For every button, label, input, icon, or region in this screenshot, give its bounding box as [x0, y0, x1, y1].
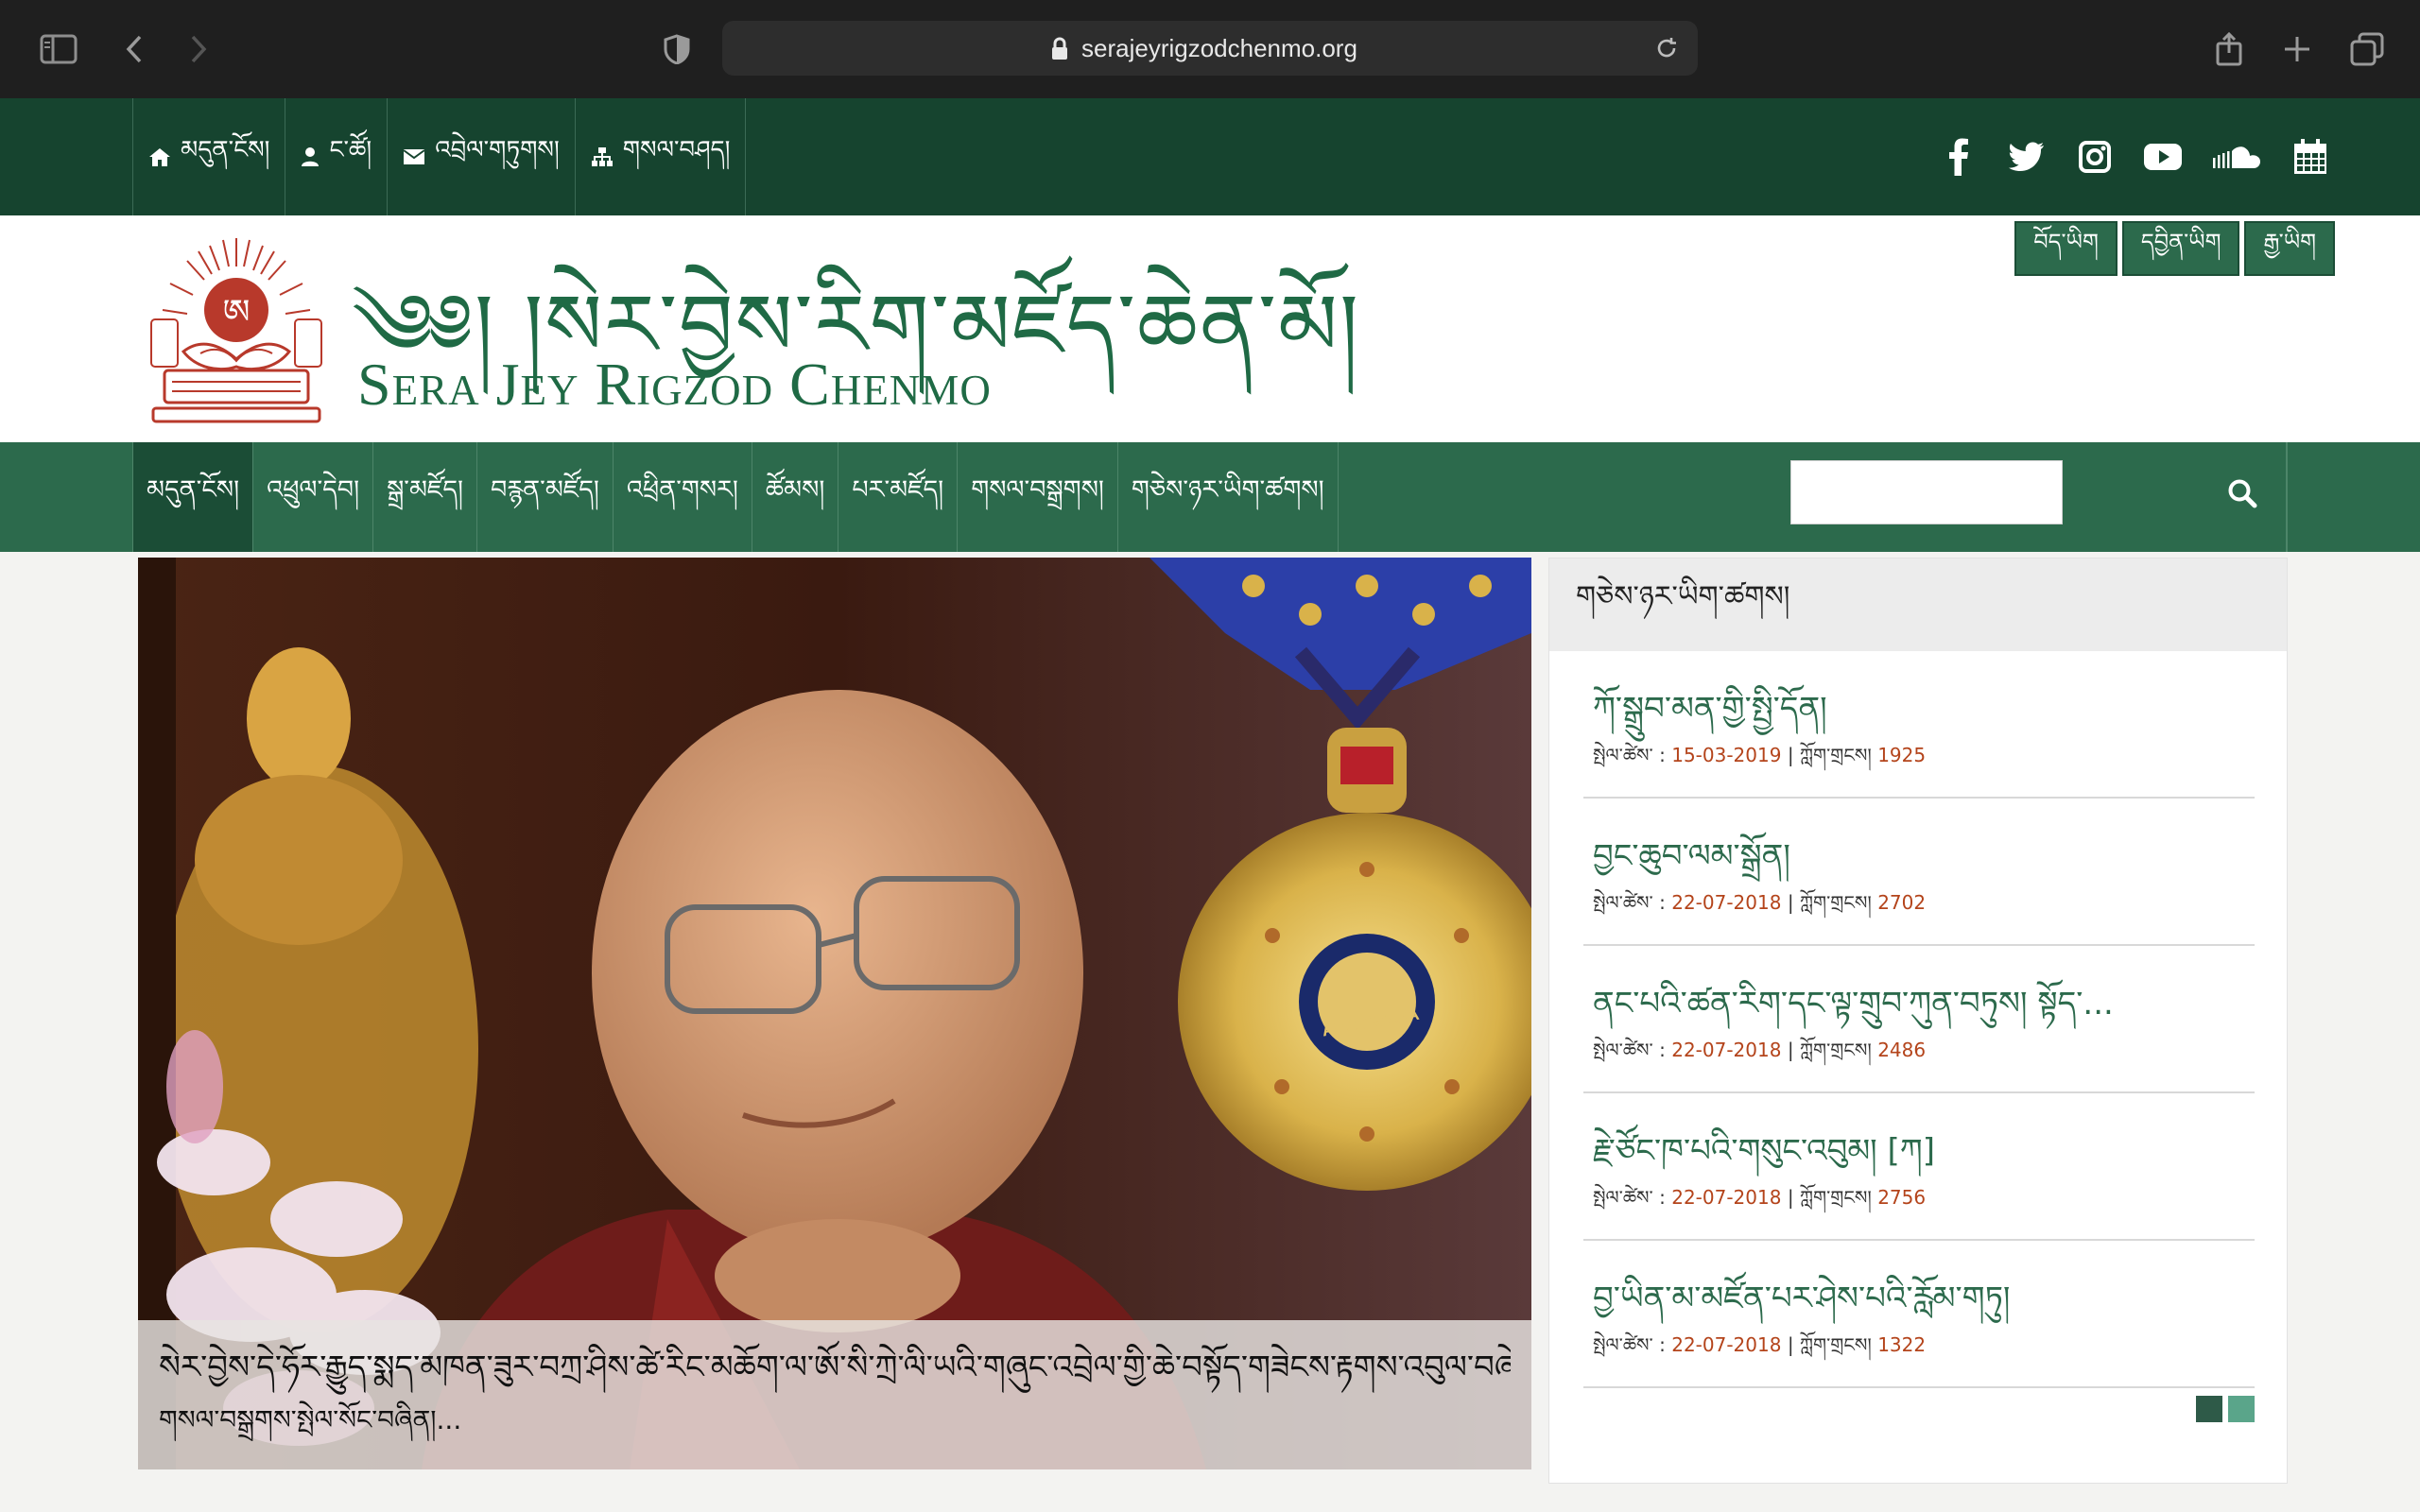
home-icon [149, 148, 170, 166]
list-item[interactable]: བྱང་ཆུབ་ལམ་སྒྲོན། སྤེལ་ཚེས་ : 22-07-2018… [1583, 799, 2255, 946]
language-switcher: བོད་ཡིག དབྱིན་ཡིག རྒྱ་ཡིག [2014, 221, 2335, 276]
envelope-icon [403, 149, 425, 164]
nav-item-ebooks[interactable]: འཕྲུལ་དེབ། [253, 442, 374, 552]
new-tab-icon[interactable] [2280, 26, 2314, 72]
toplink-about[interactable]: ང་ཚོ། [285, 98, 389, 215]
search-icon [2228, 479, 2257, 508]
pager-page-1[interactable] [2196, 1396, 2222, 1422]
nav-item-archives[interactable]: གཅེས་ཉར་ཡིག་ཚགས། [1118, 442, 1339, 552]
nav-item-home[interactable]: མདུན་ངོས། [133, 442, 254, 552]
nav-item-forum[interactable]: ཚོམས། [752, 442, 839, 552]
views-label: | ཀློག་གྲངས། [1787, 1186, 1872, 1209]
post-views: 2756 [1877, 1186, 1927, 1209]
nav-item-announcements[interactable]: གསལ་བསྒྲགས། [958, 442, 1118, 552]
nav-divider [2286, 442, 2288, 552]
post-date: 22-07-2018 [1671, 891, 1782, 914]
reload-icon[interactable] [1654, 36, 1679, 60]
post-views: 1925 [1877, 744, 1927, 766]
date-label: སྤེལ་ཚེས་ : [1593, 1333, 1666, 1356]
twitter-icon[interactable] [2006, 136, 2048, 178]
browser-toolbar: serajeyrigzodchenmo.org [0, 0, 2420, 98]
date-label: སྤེལ་ཚེས་ : [1593, 744, 1666, 766]
sidebar-toggle-icon[interactable] [36, 26, 81, 72]
svg-text:ཨ: ཨ [223, 293, 251, 332]
post-date: 22-07-2018 [1671, 1039, 1782, 1061]
slider-caption[interactable]: སེར་བྱེས་དེ་ཧོར་རྒྱུད་སྨད་མཁན་ཟུར་བཀྲ་ཤི… [138, 1320, 1531, 1469]
forward-icon[interactable] [182, 26, 216, 72]
featured-slider[interactable]: AUSTRALIA སེར་བྱེས་དེ་ཧོར་རྒྱུད་སྨད་མཁན་… [138, 558, 1531, 1469]
toplink-sitemap[interactable]: གསལ་བཤད། [576, 98, 747, 215]
soundcloud-icon[interactable] [2210, 136, 2263, 178]
privacy-shield-icon[interactable] [660, 26, 694, 72]
url-text: serajeyrigzodchenmo.org [1081, 34, 1357, 62]
toplink-label: མདུན་ངོས། [181, 135, 270, 164]
post-date: 15-03-2019 [1671, 744, 1782, 766]
date-label: སྤེལ་ཚེས་ : [1593, 891, 1666, 914]
views-label: | ཀློག་གྲངས། [1787, 1333, 1872, 1356]
lang-chinese-button[interactable]: རྒྱ་ཡིག [2244, 221, 2335, 276]
user-icon [302, 147, 320, 166]
post-meta: སྤེལ་ཚེས་ : 22-07-2018 | ཀློག་གྲངས། 2486 [1593, 1029, 1926, 1082]
list-item[interactable]: ཀོ་སྒྲུབ་མན་གྱི་སྤྱི་དོན། སྤེལ་ཚེས་ : 15… [1583, 651, 2255, 799]
main-navigation: མདུན་ངོས། འཕྲུལ་དེབ། སྒྲ་མཛོད། བརྙན་མཛོད… [0, 442, 2420, 552]
post-views: 1322 [1877, 1333, 1927, 1356]
lang-tibetan-button[interactable]: བོད་ཡིག [2014, 221, 2118, 276]
toplink-contact[interactable]: འབྲེལ་གཏུགས། [388, 98, 576, 215]
post-meta: སྤེལ་ཚེས་ : 22-07-2018 | ཀློག་གྲངས། 1322 [1593, 1324, 1926, 1377]
tab-overview-icon[interactable] [2348, 26, 2386, 72]
share-icon[interactable] [2212, 26, 2246, 72]
list-item[interactable]: བྱ་ཡིན་མ་མཛོན་པར་ཤེས་པའི་རློམ་གཏུ། སྤེལ་… [1583, 1241, 2255, 1388]
toplink-label: གསལ་བཤད། [622, 135, 731, 164]
post-views: 2486 [1877, 1039, 1927, 1061]
toplink-label: འབྲེལ་གཏུགས། [435, 135, 560, 164]
list-item[interactable]: རྗེ་ཙོང་ཁ་པའི་གསུང་འབུམ། [ཀ] སྤེལ་ཚེས་ :… [1583, 1093, 2255, 1241]
nav-item-video[interactable]: བརྙན་མཛོད། [477, 442, 614, 552]
slider-caption-title: སེར་བྱེས་དེ་ཧོར་རྒྱུད་སྨད་མཁན་ཟུར་བཀྲ་ཤི… [159, 1349, 1511, 1386]
site-header: ཨ ༄༅། །སེར་བྱེས་རིག་མཛོད་ཆེན་མོ། Sera Je… [0, 215, 2420, 442]
instagram-icon[interactable] [2074, 136, 2116, 178]
toplink-label: ང་ཚོ། [329, 135, 372, 164]
search-button[interactable] [2212, 461, 2273, 525]
date-label: སྤེལ་ཚེས་ : [1593, 1186, 1666, 1209]
lang-english-button[interactable]: དབྱིན་ཡིག [2121, 221, 2240, 276]
search-input[interactable] [1790, 460, 2063, 524]
post-meta: སྤེལ་ཚེས་ : 15-03-2019 | ཀློག་གྲངས། 1925 [1593, 734, 1926, 787]
nav-item-gallery[interactable]: པར་མཛོད། [838, 442, 959, 552]
views-label: | ཀློག་གྲངས། [1787, 1039, 1872, 1061]
top-utility-bar: མདུན་ངོས། ང་ཚོ། འབྲེལ་གཏུགས། གསལ་བཤད། [0, 98, 2420, 215]
views-label: | ཀློག་གྲངས། [1787, 891, 1872, 914]
back-icon[interactable] [117, 26, 151, 72]
facebook-icon[interactable] [1938, 136, 1979, 178]
sidebar-heading: གཅེས་ཉར་ཡིག་ཚགས། [1549, 558, 2287, 651]
views-label: | ཀློག་གྲངས། [1787, 744, 1872, 766]
list-item[interactable]: ནང་པའི་ཚན་རིག་དང་ལྟ་གྲུབ་ཀུན་བཏུས། སྟོད་… [1583, 946, 2255, 1093]
date-label: སྤེལ་ཚེས་ : [1593, 1039, 1666, 1061]
post-views: 2702 [1877, 891, 1927, 914]
post-date: 22-07-2018 [1671, 1333, 1782, 1356]
slider-caption-subtitle: གསལ་བསྒྲགས་སྤེལ་སོང་བཞིན།... [159, 1404, 462, 1435]
sitemap-icon [591, 147, 613, 166]
lock-icon [1052, 37, 1067, 60]
post-date: 22-07-2018 [1671, 1186, 1782, 1209]
site-logo-emblem[interactable]: ཨ [144, 229, 329, 427]
nav-item-audio[interactable]: སྒྲ་མཛོད། [373, 442, 478, 552]
post-meta: སྤེལ་ཚེས་ : 22-07-2018 | ཀློག་གྲངས། 2756 [1593, 1177, 1926, 1229]
address-bar[interactable]: serajeyrigzodchenmo.org [722, 21, 1698, 76]
pager-page-2[interactable] [2228, 1396, 2255, 1422]
calendar-icon[interactable] [2290, 136, 2331, 178]
nav-item-news[interactable]: འཕྲིན་གསར། [614, 442, 752, 552]
archives-sidebar: གཅེས་ཉར་ཡིག་ཚགས། ཀོ་སྒྲུབ་མན་གྱི་སྤྱི་དོ… [1548, 558, 2288, 1484]
toplink-home[interactable]: མདུན་ངོས། [133, 98, 286, 215]
youtube-icon[interactable] [2142, 136, 2184, 178]
post-meta: སྤེལ་ཚེས་ : 22-07-2018 | ཀློག་གྲངས། 2702 [1593, 882, 1926, 935]
site-title-english[interactable]: Sera Jey Rigzod Chenmo [357, 350, 992, 420]
sidebar-pager [2196, 1396, 2255, 1422]
